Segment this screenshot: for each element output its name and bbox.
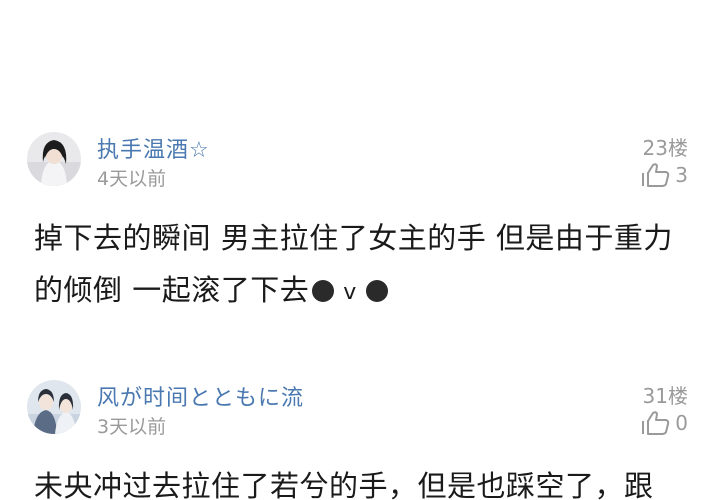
like-count: 0 [675,411,688,435]
emoticon-eye-left-icon [312,280,335,302]
comment-line: 掉下去的瞬间 男主拉住了女主的手 但是由于重力 [34,221,673,255]
avatar[interactable] [27,380,81,434]
floor-number: 31楼 [642,384,688,408]
like-button[interactable]: 3 [641,162,688,188]
like-count: 3 [675,163,688,187]
comment-text: 掉下去的瞬间 男主拉住了女主的手 但是由于重力 的倾倒 一起滚了下去 v [34,212,704,319]
username[interactable]: 执手温酒☆ [97,132,210,164]
username[interactable]: 风が时间とともに流 [97,380,304,412]
floor-number: 23楼 [642,136,688,160]
comment-line: 的倾倒 一起滚了下去 v [34,264,704,319]
timestamp: 3天以前 [97,416,167,438]
emoticon-mouth: v [343,280,357,305]
thumbs-up-icon [641,162,671,188]
avatar[interactable] [27,132,81,186]
thumbs-up-icon [641,410,671,436]
timestamp: 4天以前 [97,168,167,190]
comment-line: 未央冲过去拉住了若兮的手，但是也踩空了，跟 [34,469,654,500]
emoticon-eye-right-icon [365,280,388,302]
comment-text: 未央冲过去拉住了若兮的手，但是也踩空了，跟 [34,460,704,500]
like-button[interactable]: 0 [641,410,688,436]
comment-line-text: 的倾倒 一起滚了下去 [34,273,310,307]
